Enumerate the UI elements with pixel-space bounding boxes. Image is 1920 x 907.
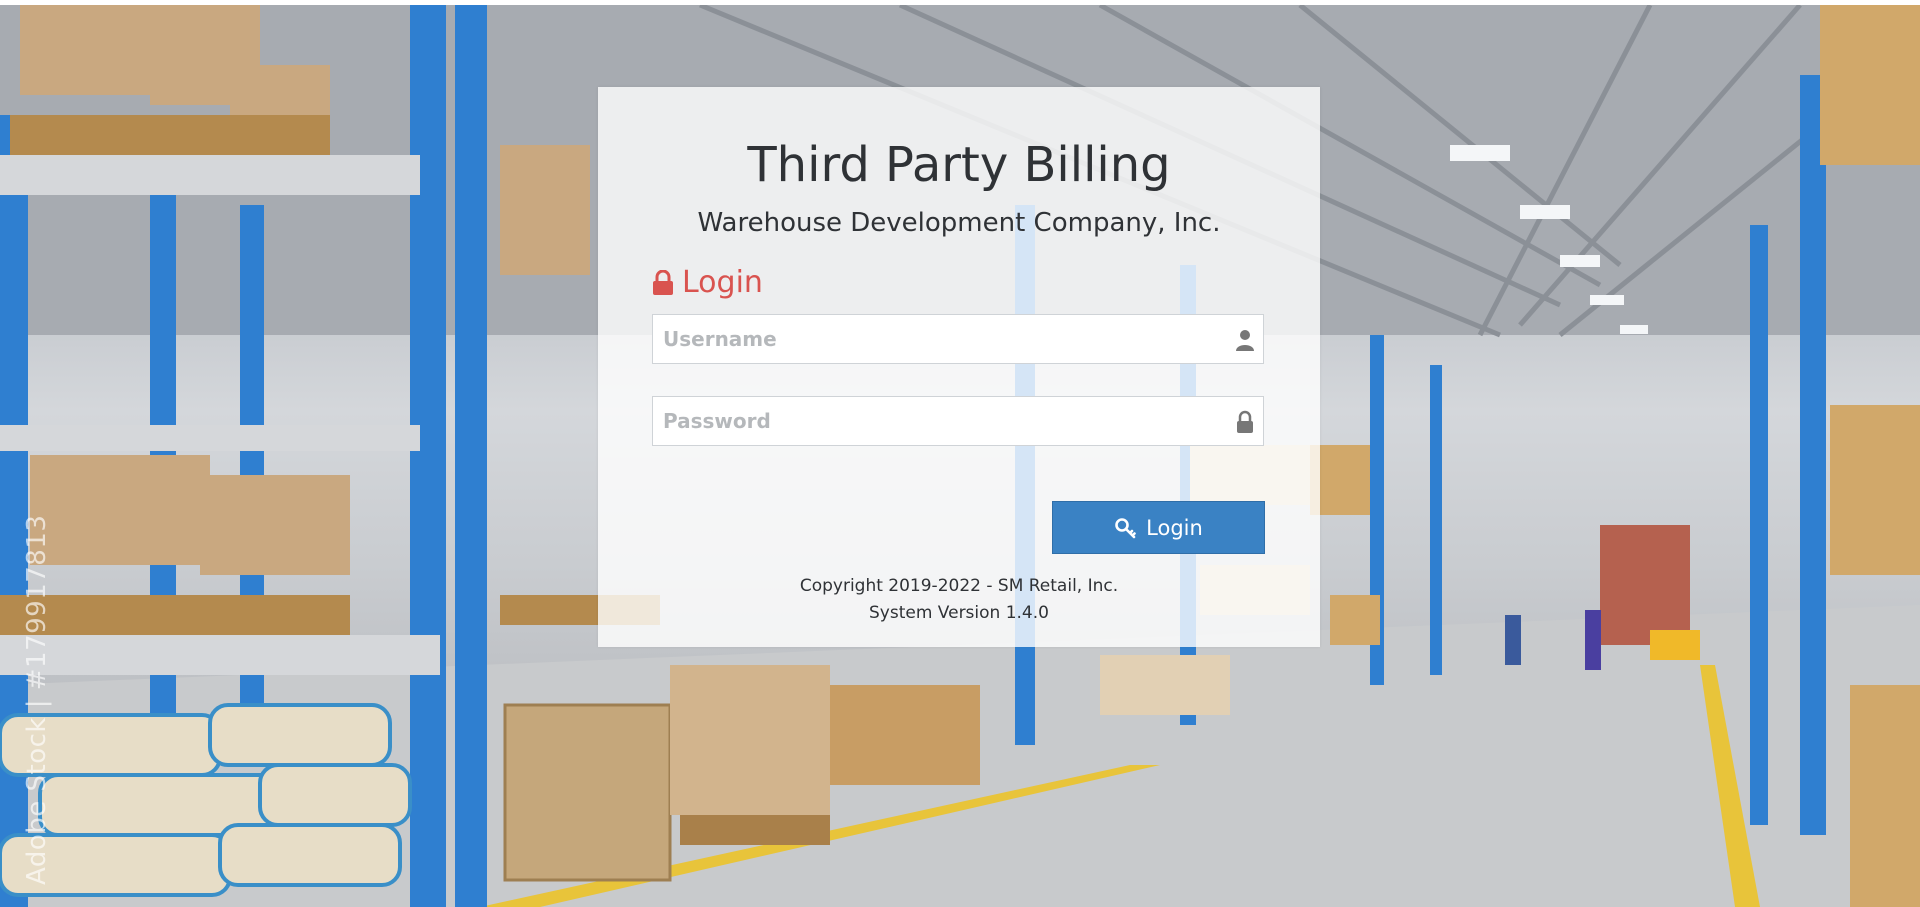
password-input[interactable] <box>653 397 1213 445</box>
footer-info: Copyright 2019-2022 - SM Retail, Inc. Sy… <box>598 573 1320 627</box>
username-input[interactable] <box>653 315 1213 363</box>
user-icon <box>1236 330 1254 351</box>
key-icon <box>1115 517 1136 538</box>
page-title: Third Party Billing <box>747 137 1171 193</box>
username-field[interactable] <box>652 314 1264 364</box>
login-page: Adobe Stock | #179917813 Third Party Bil… <box>0 0 1920 907</box>
login-button[interactable]: Login <box>1052 501 1265 554</box>
copyright-text: Copyright 2019-2022 - SM Retail, Inc. <box>799 576 1119 596</box>
login-heading-label: Login <box>682 265 763 300</box>
login-panel: Third Party Billing Warehouse Developmen… <box>598 87 1320 647</box>
lock-icon <box>653 270 673 295</box>
login-button-label: Login <box>1146 515 1203 540</box>
stock-watermark: Adobe Stock | #179917813 <box>22 514 52 885</box>
password-field[interactable] <box>652 396 1264 446</box>
login-heading: Login <box>652 265 763 301</box>
company-name: Warehouse Development Company, Inc. <box>697 208 1221 238</box>
version-text: System Version 1.4.0 <box>869 603 1049 623</box>
lock-icon <box>1237 410 1253 433</box>
